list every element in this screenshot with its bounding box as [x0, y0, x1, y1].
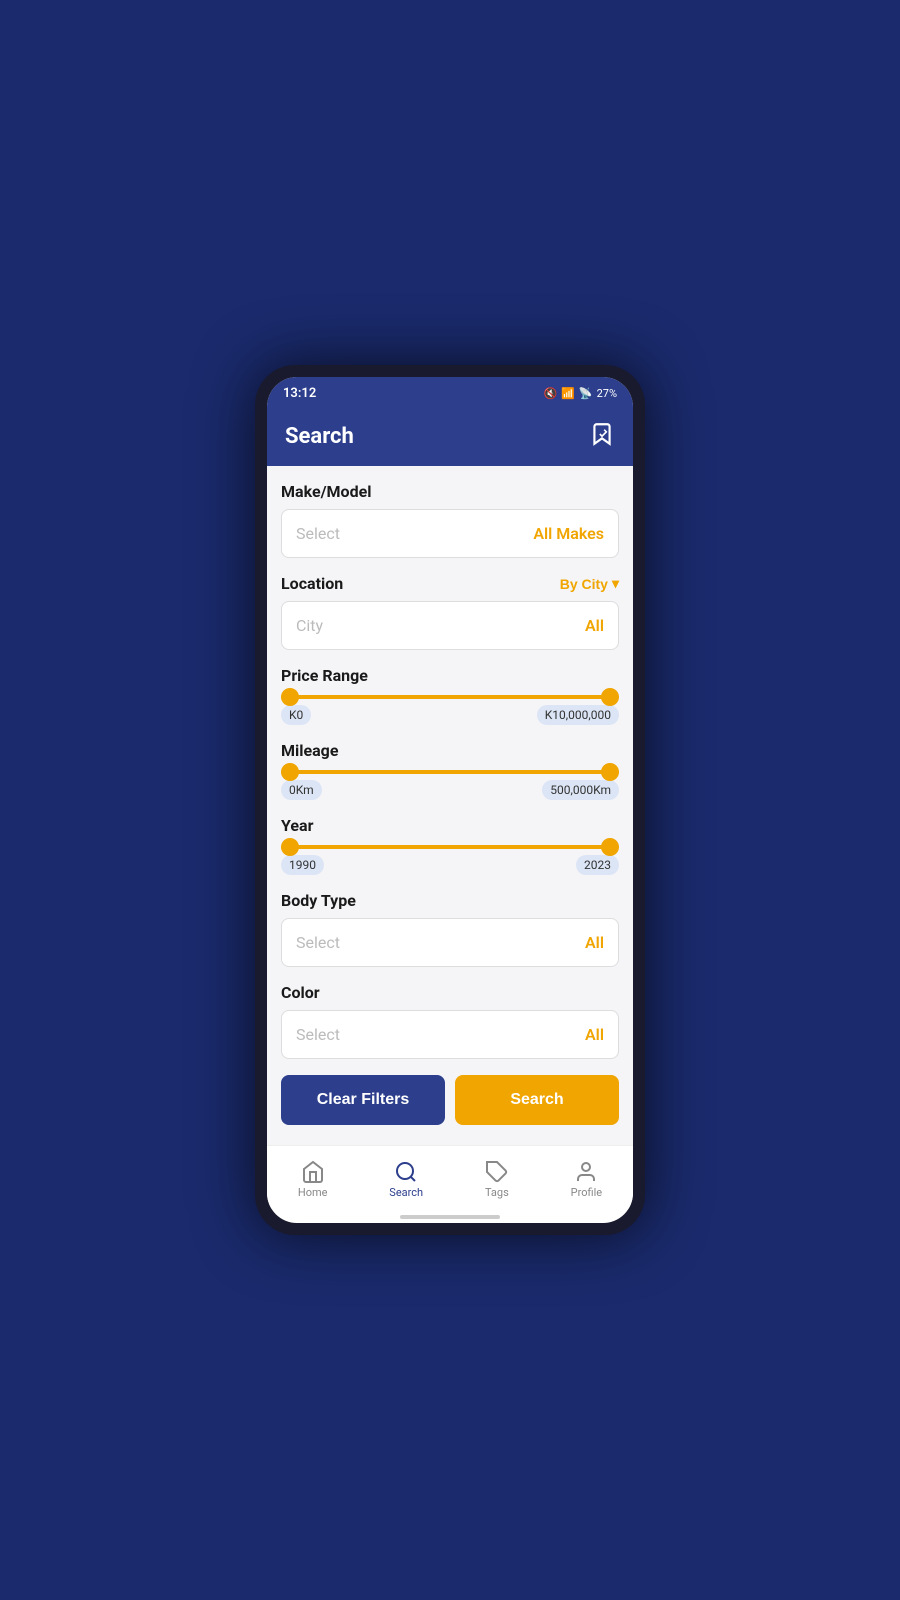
nav-home[interactable]: Home: [282, 1156, 344, 1203]
page-title: Search: [285, 424, 354, 449]
body-type-label: Body Type: [281, 891, 619, 910]
search-button[interactable]: Search: [455, 1075, 619, 1125]
color-placeholder: Select: [296, 1025, 340, 1044]
year-thumb-right[interactable]: [601, 838, 619, 856]
bottom-nav: Home Search Tags: [267, 1145, 633, 1209]
make-model-placeholder: Select: [296, 524, 340, 543]
nav-search-label: Search: [389, 1186, 423, 1199]
price-min-label: K0: [281, 705, 311, 725]
body-type-placeholder: Select: [296, 933, 340, 952]
year-section: Year 1990 2023: [281, 816, 619, 875]
year-max-label: 2023: [576, 855, 619, 875]
mileage-thumb-right[interactable]: [601, 763, 619, 781]
price-thumb-right[interactable]: [601, 688, 619, 706]
wifi-icon: 📶: [561, 387, 575, 400]
action-buttons: Clear Filters Search: [281, 1075, 619, 1125]
price-range-label: Price Range: [281, 666, 619, 685]
nav-home-label: Home: [298, 1186, 328, 1199]
mileage-min-label: 0Km: [281, 780, 322, 800]
year-labels: 1990 2023: [281, 855, 619, 875]
color-input-row[interactable]: Select All: [281, 1010, 619, 1059]
price-range-slider[interactable]: [281, 695, 619, 699]
price-thumb-left[interactable]: [281, 688, 299, 706]
location-section-header: Location By City ▾: [281, 574, 619, 593]
mileage-max-label: 500,000Km: [542, 780, 619, 800]
city-placeholder: City: [296, 616, 323, 635]
year-thumb-left[interactable]: [281, 838, 299, 856]
nav-profile-label: Profile: [571, 1186, 602, 1199]
bookmark-edit-icon[interactable]: [589, 421, 615, 452]
make-model-value: All Makes: [533, 524, 604, 543]
mileage-track: [281, 770, 619, 774]
price-range-section: Price Range K0 K10,000,000: [281, 666, 619, 725]
price-range-labels: K0 K10,000,000: [281, 705, 619, 725]
app-header: Search: [267, 409, 633, 466]
status-bar: 13:12 🔇 📶 📡 27%: [267, 377, 633, 409]
year-track: [281, 845, 619, 849]
price-track: [281, 695, 619, 699]
phone-screen: 13:12 🔇 📶 📡 27% Search Make/Model: [267, 377, 633, 1223]
mileage-labels: 0Km 500,000Km: [281, 780, 619, 800]
phone-frame: 13:12 🔇 📶 📡 27% Search Make/Model: [255, 365, 645, 1235]
mileage-thumb-left[interactable]: [281, 763, 299, 781]
make-model-input-row[interactable]: Select All Makes: [281, 509, 619, 558]
by-city-label: By City: [560, 576, 608, 592]
location-label: Location: [281, 574, 343, 593]
year-min-label: 1990: [281, 855, 324, 875]
make-model-label: Make/Model: [281, 482, 619, 501]
signal-icon: 📡: [579, 387, 593, 400]
body-type-value: All: [585, 933, 604, 952]
status-time: 13:12: [283, 386, 316, 401]
year-slider[interactable]: [281, 845, 619, 849]
chevron-down-icon: ▾: [612, 575, 619, 592]
home-indicator: [400, 1215, 500, 1219]
body-type-input-row[interactable]: Select All: [281, 918, 619, 967]
mileage-label: Mileage: [281, 741, 619, 760]
search-content: Make/Model Select All Makes Location By …: [267, 466, 633, 1145]
mileage-slider[interactable]: [281, 770, 619, 774]
mute-icon: 🔇: [543, 387, 557, 400]
nav-tags-label: Tags: [485, 1186, 509, 1199]
color-label: Color: [281, 983, 619, 1002]
clear-filters-button[interactable]: Clear Filters: [281, 1075, 445, 1125]
status-icons: 🔇 📶 📡 27%: [543, 387, 617, 400]
battery-text: 27%: [597, 387, 617, 400]
nav-profile[interactable]: Profile: [555, 1156, 618, 1203]
color-value: All: [585, 1025, 604, 1044]
nav-tags[interactable]: Tags: [469, 1156, 525, 1203]
by-city-button[interactable]: By City ▾: [560, 575, 619, 592]
mileage-section: Mileage 0Km 500,000Km: [281, 741, 619, 800]
city-value: All: [585, 616, 604, 635]
year-label: Year: [281, 816, 619, 835]
nav-search[interactable]: Search: [373, 1156, 439, 1203]
price-max-label: K10,000,000: [537, 705, 619, 725]
city-input-row[interactable]: City All: [281, 601, 619, 650]
